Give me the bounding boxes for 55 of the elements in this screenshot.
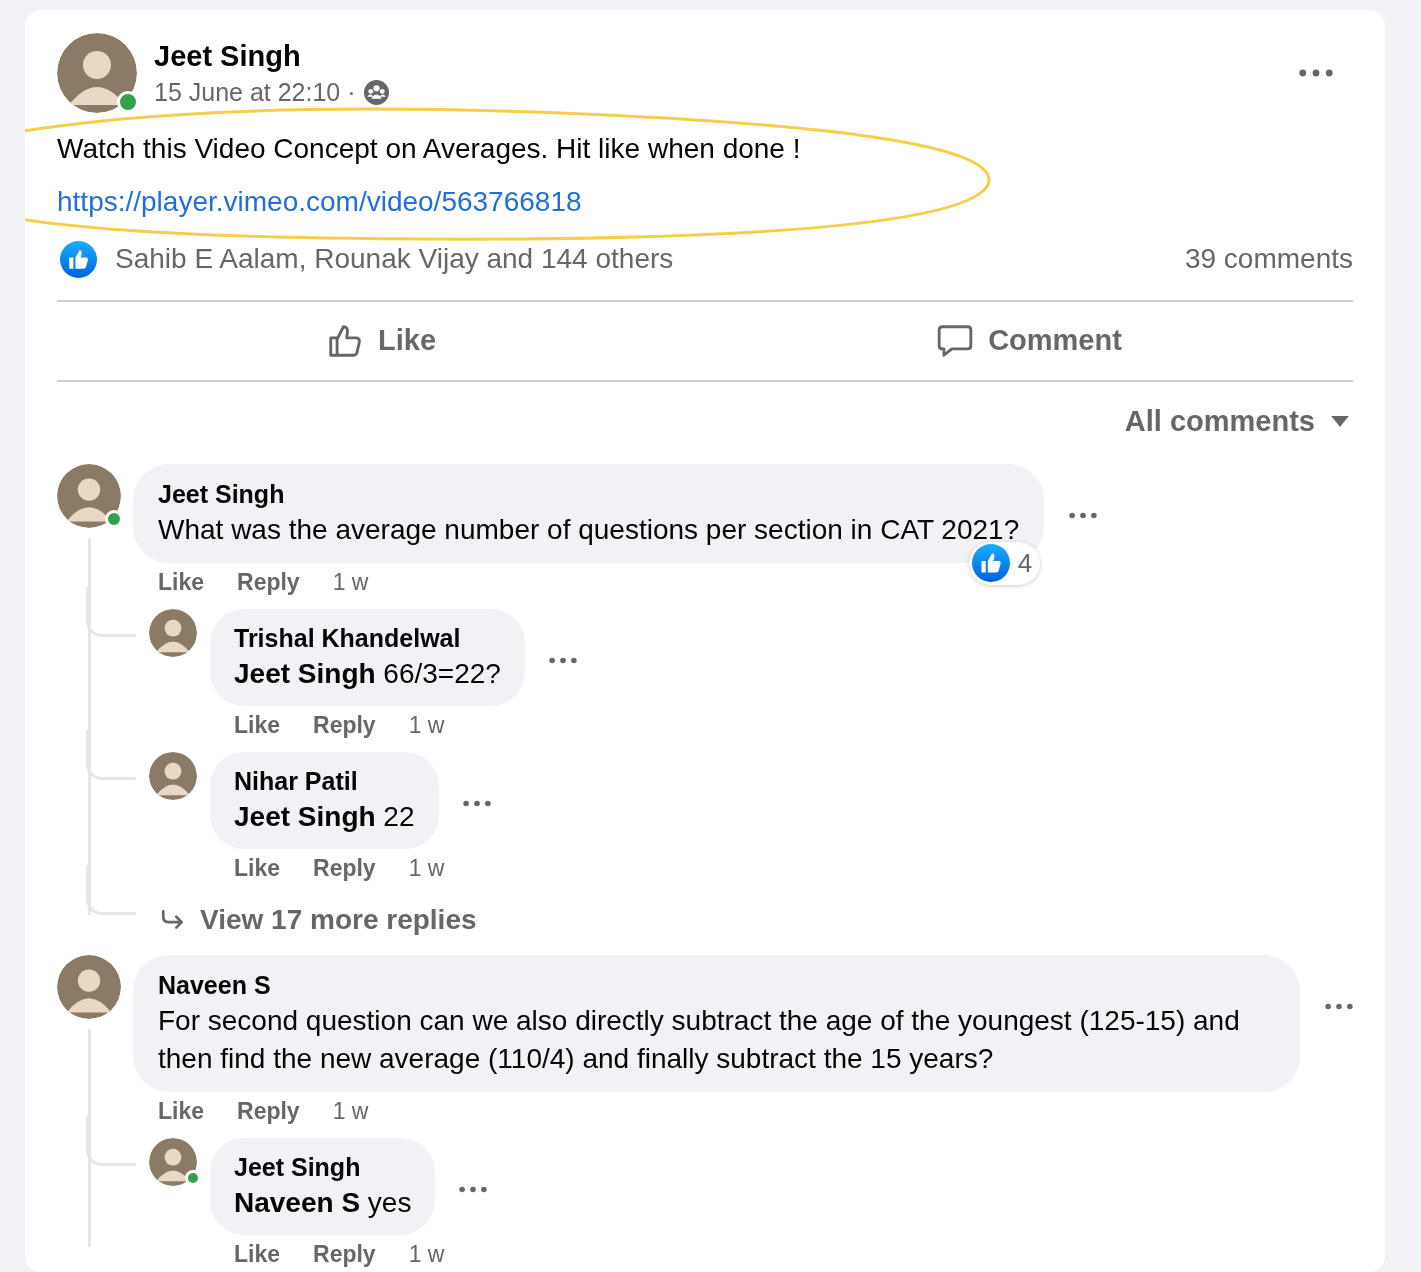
caret-icon [1331, 416, 1349, 428]
like-reaction-icon [60, 240, 97, 278]
view-more-replies-link[interactable]: View 17 more replies [160, 898, 477, 941]
friends-icon [363, 79, 389, 105]
commenter-name[interactable]: Naveen S [158, 967, 1275, 1002]
comment-button[interactable]: Comment [705, 302, 1353, 380]
reaction-count: 4 [1017, 546, 1033, 580]
like-button[interactable]: Like [57, 302, 705, 380]
more-options-icon[interactable] [1325, 1002, 1353, 1010]
comment-time[interactable]: 1 w [332, 565, 369, 600]
comments-count[interactable]: 39 comments [1184, 238, 1353, 280]
more-options-icon[interactable] [548, 656, 577, 664]
comment-time[interactable]: 1 w [408, 851, 445, 886]
reply-link[interactable]: Reply [237, 565, 300, 600]
like-icon [326, 322, 364, 360]
commenter-name[interactable]: Jeet Singh [158, 476, 1020, 511]
commenter-name[interactable]: Jeet Singh [234, 1149, 412, 1184]
like-link[interactable]: Like [234, 1237, 281, 1272]
reply-link[interactable]: Reply [313, 851, 376, 886]
reply-link[interactable]: Reply [237, 1094, 300, 1129]
author-name[interactable]: Jeet Singh [154, 38, 389, 74]
avatar-icon[interactable] [57, 33, 137, 113]
post-link[interactable]: https://player.vimeo.com/video/563766818 [57, 184, 582, 220]
more-options-icon[interactable] [1299, 69, 1333, 77]
like-link[interactable]: Like [158, 1094, 205, 1129]
comment-icon [936, 322, 975, 360]
reply-link[interactable]: Reply [313, 1237, 376, 1272]
comment-text: What was the average number of questions per section in CAT 2021? [158, 512, 1020, 547]
more-options-icon[interactable] [459, 1185, 488, 1193]
avatar-icon[interactable] [149, 1137, 197, 1186]
post-text: Watch this Video Concept on Averages. Hit like when done ! [57, 132, 802, 166]
reply-arrow-icon [160, 908, 186, 931]
more-options-icon[interactable] [1069, 511, 1098, 519]
reply-link[interactable]: Reply [313, 708, 376, 743]
like-link[interactable]: Like [234, 851, 281, 886]
comment-text: Naveen S yes [234, 1185, 412, 1220]
commenter-name[interactable]: Nihar Patil [234, 763, 415, 798]
comment-text: Jeet Singh 22 [234, 799, 415, 834]
avatar-icon[interactable] [149, 751, 197, 800]
comment-time[interactable]: 1 w [408, 1237, 445, 1272]
like-link[interactable]: Like [234, 708, 281, 743]
avatar-icon[interactable] [57, 954, 121, 1019]
reactions-summary[interactable]: Sahib E Aalam, Rounak Vijay and 144 others [115, 238, 674, 280]
avatar-icon[interactable] [57, 463, 121, 528]
like-link[interactable]: Like [158, 565, 205, 600]
comment-text: Jeet Singh 66/3=22? [234, 656, 501, 691]
more-options-icon[interactable] [462, 799, 491, 807]
post-timestamp[interactable]: 15 June at 22:10 · [154, 76, 356, 108]
comment-time[interactable]: 1 w [408, 708, 445, 743]
commenter-name[interactable]: Trishal Khandelwal [234, 620, 501, 655]
sort-comments-dropdown[interactable]: All comments [1124, 400, 1349, 444]
comment-text: For second question can we also directly subtract the age of the youngest (125-15) and then find the new average (110/4) and finally subtract the 15 years? [158, 1003, 1241, 1076]
like-reaction-icon [971, 544, 1010, 582]
avatar-icon[interactable] [149, 608, 197, 657]
comment-time[interactable]: 1 w [332, 1094, 369, 1129]
